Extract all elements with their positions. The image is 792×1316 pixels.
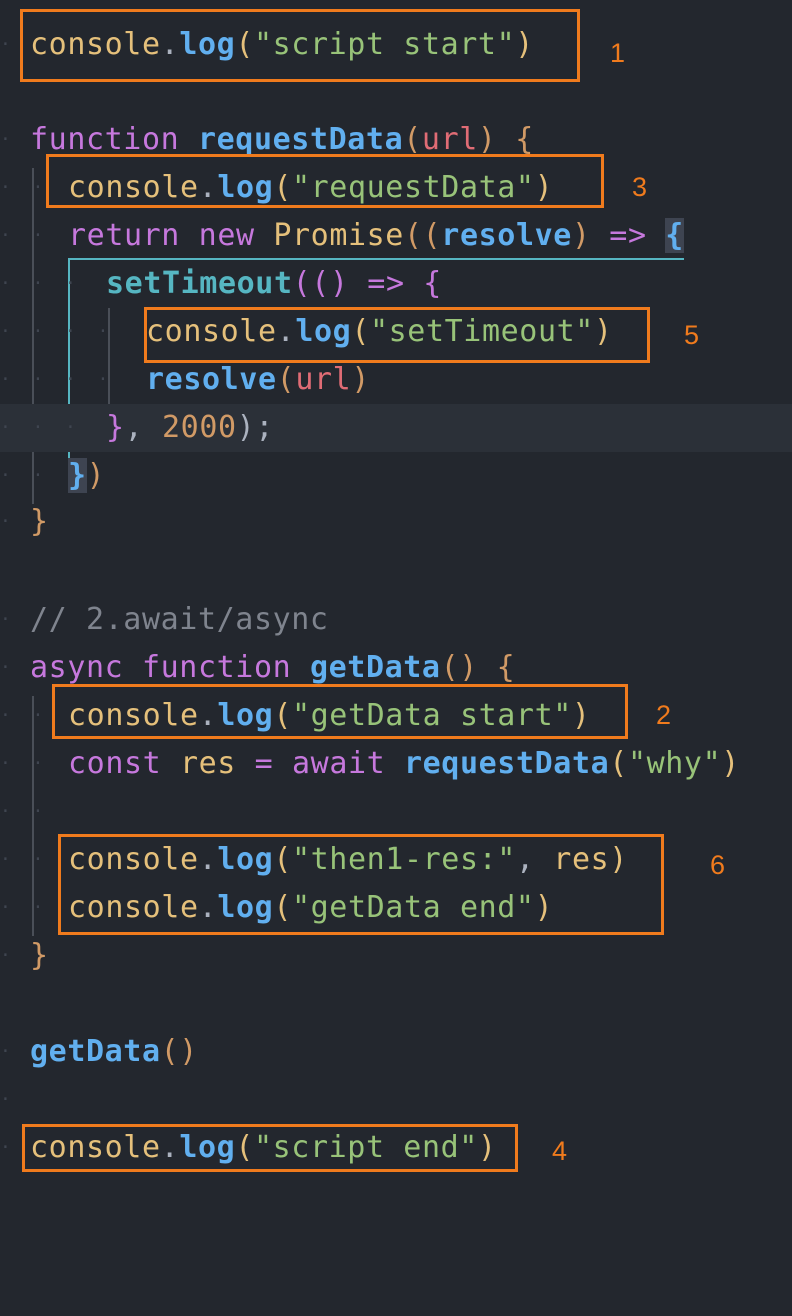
code-line-empty[interactable]: · [0, 1076, 792, 1124]
whitespace-dots: · [0, 945, 11, 966]
annotation-number-2: 2 [656, 700, 672, 730]
annotation-number-4: 4 [552, 1136, 568, 1166]
code-line[interactable]: · } [0, 932, 792, 980]
whitespace-dots: · [0, 511, 11, 532]
code-line[interactable]: · · · · resolve(url) [0, 356, 792, 404]
annotation-number-1: 1 [610, 38, 626, 68]
code-line[interactable]: · · }) [0, 452, 792, 500]
annotation-box-4 [22, 1124, 518, 1172]
annotation-box-3 [46, 154, 604, 208]
code-line[interactable]: · getData() [0, 1028, 792, 1076]
whitespace-dots: · [0, 1089, 11, 1110]
whitespace-dots: · · · · [0, 369, 109, 390]
code-line[interactable]: · · const res = await requestData("why") [0, 740, 792, 788]
annotation-box-1 [20, 9, 580, 82]
whitespace-dots: · · · · [0, 321, 109, 342]
annotation-number-3: 3 [632, 172, 648, 202]
code-line[interactable]: · · · setTimeout(() => { [0, 260, 792, 308]
code-line-empty[interactable]: · · [0, 788, 792, 836]
annotation-box-5 [144, 307, 650, 363]
annotation-number-5: 5 [684, 320, 700, 350]
annotation-box-2 [52, 684, 628, 739]
code-editor[interactable]: · console.log("script start") · function… [0, 0, 792, 1190]
annotation-box-6 [58, 834, 664, 935]
code-line[interactable]: · // 2.await/async [0, 596, 792, 644]
code-line[interactable]: · } [0, 498, 792, 546]
code-line-current[interactable]: · · · }, 2000); [0, 404, 792, 452]
whitespace-dots: · · [0, 801, 44, 822]
code-line[interactable]: · · return new Promise((resolve) => { [0, 212, 792, 260]
annotation-number-6: 6 [710, 850, 726, 880]
